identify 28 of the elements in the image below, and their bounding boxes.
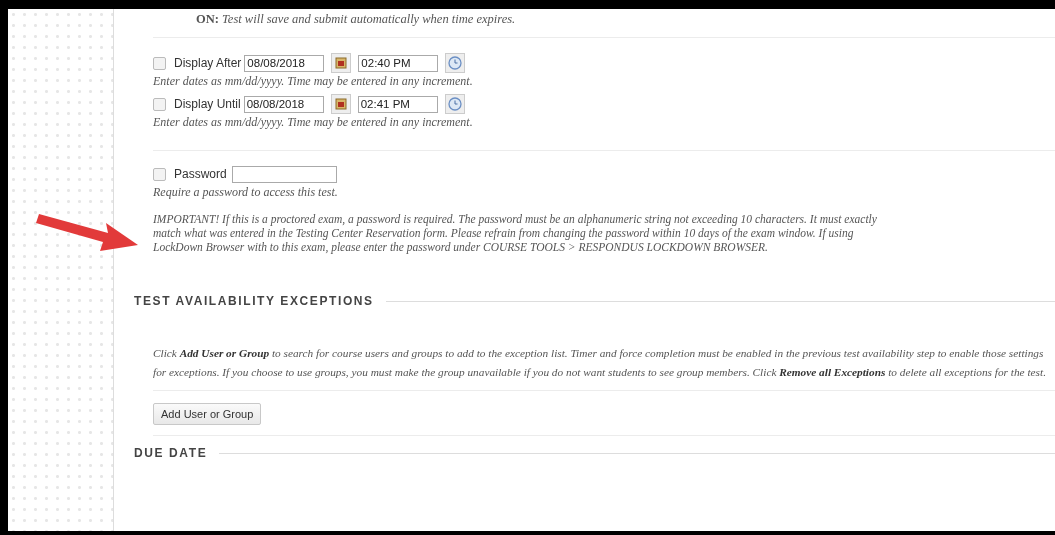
- clock-button[interactable]: [444, 94, 465, 114]
- hint-text: Enter dates as mm/dd/yyyy. Time may be entered in any increment.: [153, 74, 474, 89]
- timer-note: ON: Test will save and submit automatically when time expires.: [195, 11, 517, 28]
- important-note: IMPORTANT! If this is a proctored exam, a password is required. The password must be an alphanumeric string not exceeding 10 characters. It must exactly match what was entered in the Testing Center Reservation form. Please refrain from changing the password within 10 days of the exam window. If using LockDown Browser with to this exam, please enter the password under COURSE TOOLS > RESPONDUS LOCKDOWN BROWSER.: [153, 212, 878, 254]
- hint-text: Enter dates as mm/dd/yyyy. Time may be entered in any increment.: [153, 115, 474, 130]
- clock-button[interactable]: [445, 53, 466, 73]
- checkbox[interactable]: [153, 56, 166, 70]
- field-label: Display After: [174, 56, 242, 70]
- calendar-icon: [334, 98, 347, 110]
- clock-icon: [447, 97, 462, 111]
- checkbox[interactable]: [153, 167, 166, 181]
- hint-text: Require a password to access this test.: [153, 185, 339, 200]
- date-field[interactable]: 08/08/2018: [243, 95, 324, 113]
- clock-icon: [448, 56, 463, 70]
- field-label: Display Until: [174, 97, 241, 111]
- section-heading: TEST AVAILABILITY EXCEPTIONS: [134, 294, 374, 308]
- field-label: Password: [174, 167, 227, 181]
- exceptions-text: Click Add User or Group to search for course users and groups to add to the exception list. Timer and force completion must be enabled in the previous test availability step to enable those settings for exceptions. If you choose to use groups, you must make the group unavailable if you do not want students to see group members. Click Remove all Exceptions to delete all exceptions for the test.: [153, 346, 1047, 380]
- checkbox[interactable]: [153, 97, 166, 111]
- time-field[interactable]: 02:40 PM: [358, 54, 439, 72]
- section-heading: DUE DATE: [134, 446, 208, 460]
- calendar-button[interactable]: [330, 94, 351, 114]
- date-field[interactable]: 08/08/2018: [244, 54, 325, 72]
- add-user-or-group-button[interactable]: Add User or Group: [153, 403, 262, 425]
- time-field[interactable]: 02:41 PM: [357, 95, 438, 113]
- calendar-icon: [335, 57, 348, 69]
- calendar-button[interactable]: [331, 53, 352, 73]
- password-field[interactable]: [231, 165, 337, 183]
